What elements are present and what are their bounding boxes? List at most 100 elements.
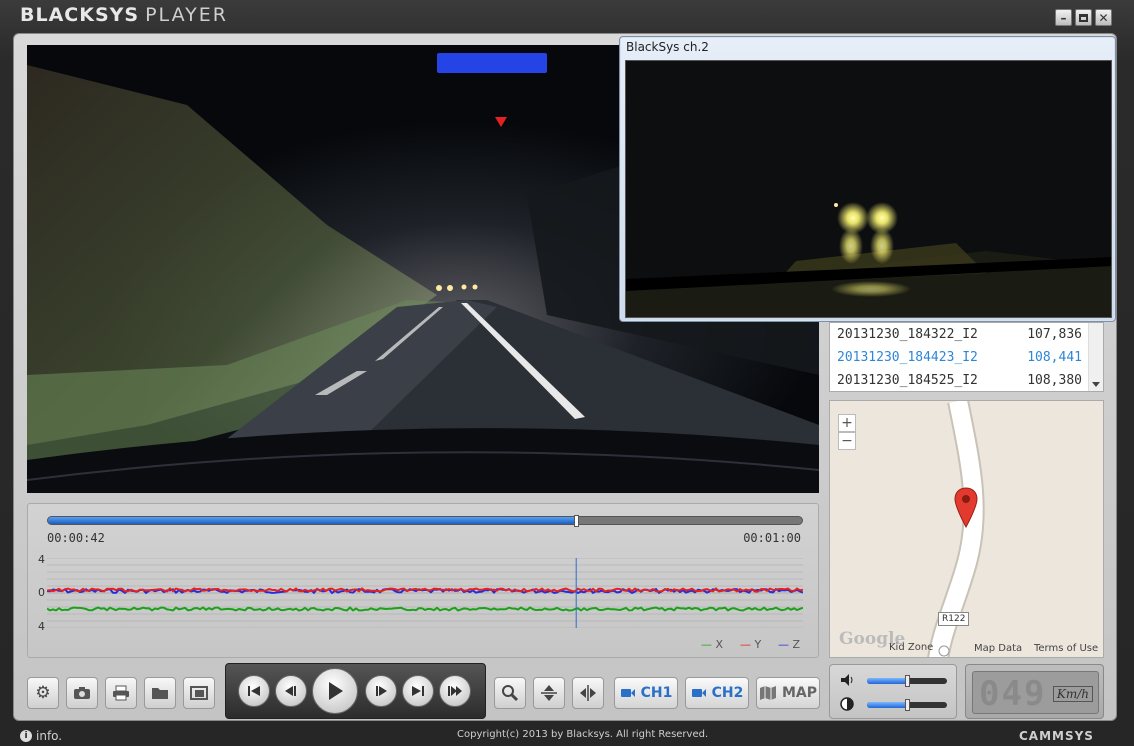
info-link[interactable]: i info. <box>20 729 62 743</box>
gps-map[interactable]: + − R122 Google Kid Zone Map Data Terms … <box>829 400 1104 658</box>
flip-vertical-button[interactable] <box>533 677 565 709</box>
step-forward-icon <box>376 686 387 696</box>
seek-bar-fill <box>48 517 576 524</box>
playlist-row[interactable]: 20131230_184525_I2 108,380 <box>830 369 1103 391</box>
fast-forward-icon <box>448 686 462 696</box>
audio-video-adjust-panel <box>829 664 957 719</box>
step-back-button[interactable] <box>275 675 307 707</box>
file-playlist[interactable]: 20131230_184322_I2 107,836 20131230_1844… <box>829 322 1104 392</box>
video-camera-icon <box>620 689 635 697</box>
map-zoom-out-button[interactable]: − <box>838 432 856 450</box>
fast-forward-button[interactable] <box>439 675 471 707</box>
playlist-filename: 20131230_184525_I2 <box>837 373 978 388</box>
ch1-button[interactable]: CH1 <box>614 677 678 709</box>
brightness-slider[interactable] <box>867 699 947 711</box>
info-icon: i <box>20 730 32 742</box>
transport-controls <box>225 663 486 719</box>
road-label: R122 <box>938 612 970 626</box>
map-zoom-in-button[interactable]: + <box>838 414 856 432</box>
speed-display: 049 Km/h <box>972 671 1099 714</box>
brightness-icon <box>840 697 856 713</box>
rear-camera-scene <box>626 61 1111 317</box>
play-icon <box>329 682 343 700</box>
map-label: MAP <box>781 685 818 701</box>
video-camera-icon <box>691 689 706 697</box>
y-axis-zero-label: 0 <box>38 586 45 599</box>
print-button[interactable] <box>105 677 137 709</box>
legend-x: — X <box>701 638 724 651</box>
playlist-row-selected[interactable]: 20131230_184423_I2 108,441 <box>830 346 1103 369</box>
printer-icon <box>113 685 129 701</box>
brand-bold: BLACKSYS <box>20 4 140 26</box>
gear-icon: ⚙ <box>35 683 51 703</box>
y-axis-bottom-label: 4 <box>38 620 45 633</box>
speed-value: 049 <box>979 674 1047 714</box>
seek-bar[interactable] <box>47 515 803 527</box>
first-button[interactable] <box>238 675 270 707</box>
ch2-popup-title: BlackSys ch.2 <box>626 40 709 54</box>
playlist-filename: 20131230_184322_I2 <box>837 327 978 342</box>
map-terms-link[interactable]: Terms of Use <box>1034 643 1098 654</box>
minimize-button[interactable]: – <box>1055 9 1072 26</box>
map-pin-icon <box>954 487 978 529</box>
volume-slider[interactable] <box>867 675 947 687</box>
camera-icon <box>74 687 90 699</box>
legend-z: — Z <box>778 638 801 651</box>
legend-y: — Y <box>740 638 762 651</box>
close-button[interactable]: ✕ <box>1095 9 1112 26</box>
volume-slider-fill <box>867 678 907 684</box>
ch1-label: CH1 <box>640 685 673 701</box>
speed-unit: Km/h <box>1052 686 1093 702</box>
ch2-video[interactable] <box>625 60 1112 318</box>
seek-bar-thumb[interactable] <box>574 515 580 527</box>
brightness-slider-fill <box>867 702 907 708</box>
playlist-row[interactable]: 20131230_184322_I2 107,836 <box>830 323 1103 346</box>
playlist-filename: 20131230_184423_I2 <box>837 350 978 365</box>
speaker-icon <box>840 673 856 689</box>
playlist-scrollbar[interactable] <box>1088 323 1103 391</box>
timeline-panel: 00:00:42 00:01:00 4 0 4 — X — Y — Z <box>27 503 819 658</box>
ch2-button[interactable]: CH2 <box>685 677 749 709</box>
map-icon <box>759 686 776 700</box>
map-button[interactable]: MAP <box>756 677 820 709</box>
brightness-slider-knob[interactable] <box>905 699 910 711</box>
magnifier-icon <box>502 685 519 702</box>
map-data-link[interactable]: Map Data <box>974 643 1022 654</box>
folder-icon <box>152 688 168 699</box>
player-window: BLACKSYS PLAYER – ✕ BlackSys ch.2 201312… <box>0 0 1134 746</box>
maximize-icon <box>1079 13 1088 22</box>
step-forward-button[interactable] <box>365 675 397 707</box>
company-logo: CAMMSYS <box>1019 729 1094 743</box>
playlist-filesize: 108,380 <box>1027 373 1082 388</box>
copyright-text: Copyright(c) 2013 by Blacksys. All right… <box>457 729 709 740</box>
app-brand: BLACKSYS PLAYER <box>20 4 228 26</box>
minimize-icon: – <box>1060 10 1067 25</box>
maximize-button[interactable] <box>1075 9 1092 26</box>
ch2-label: CH2 <box>711 685 744 701</box>
gsensor-graph[interactable] <box>47 558 803 628</box>
y-axis-top-label: 4 <box>38 553 45 566</box>
snapshot-button[interactable] <box>66 677 98 709</box>
last-button[interactable] <box>402 675 434 707</box>
speedometer: 049 Km/h <box>965 664 1104 719</box>
window-icon <box>190 686 208 700</box>
play-button[interactable] <box>312 668 358 714</box>
ch2-popup-window[interactable]: BlackSys ch.2 <box>619 36 1116 322</box>
flip-vertical-icon <box>541 685 557 701</box>
map-kid-zone[interactable]: Kid Zone <box>889 642 933 653</box>
total-time: 00:01:00 <box>743 531 801 545</box>
close-icon: ✕ <box>1098 10 1109 25</box>
playlist-filesize: 107,836 <box>1027 327 1082 342</box>
fullscreen-button[interactable] <box>183 677 215 709</box>
flip-horizontal-button[interactable] <box>572 677 604 709</box>
current-time: 00:00:42 <box>47 531 105 545</box>
settings-button[interactable]: ⚙ <box>27 677 59 709</box>
zoom-button[interactable] <box>494 677 526 709</box>
info-label: info. <box>36 729 63 743</box>
volume-slider-knob[interactable] <box>905 675 910 687</box>
scroll-down-icon[interactable] <box>1092 382 1100 387</box>
open-folder-button[interactable] <box>144 677 176 709</box>
skip-first-icon <box>248 686 260 696</box>
playlist-filesize: 108,441 <box>1027 350 1082 365</box>
brand-light: PLAYER <box>145 4 228 26</box>
